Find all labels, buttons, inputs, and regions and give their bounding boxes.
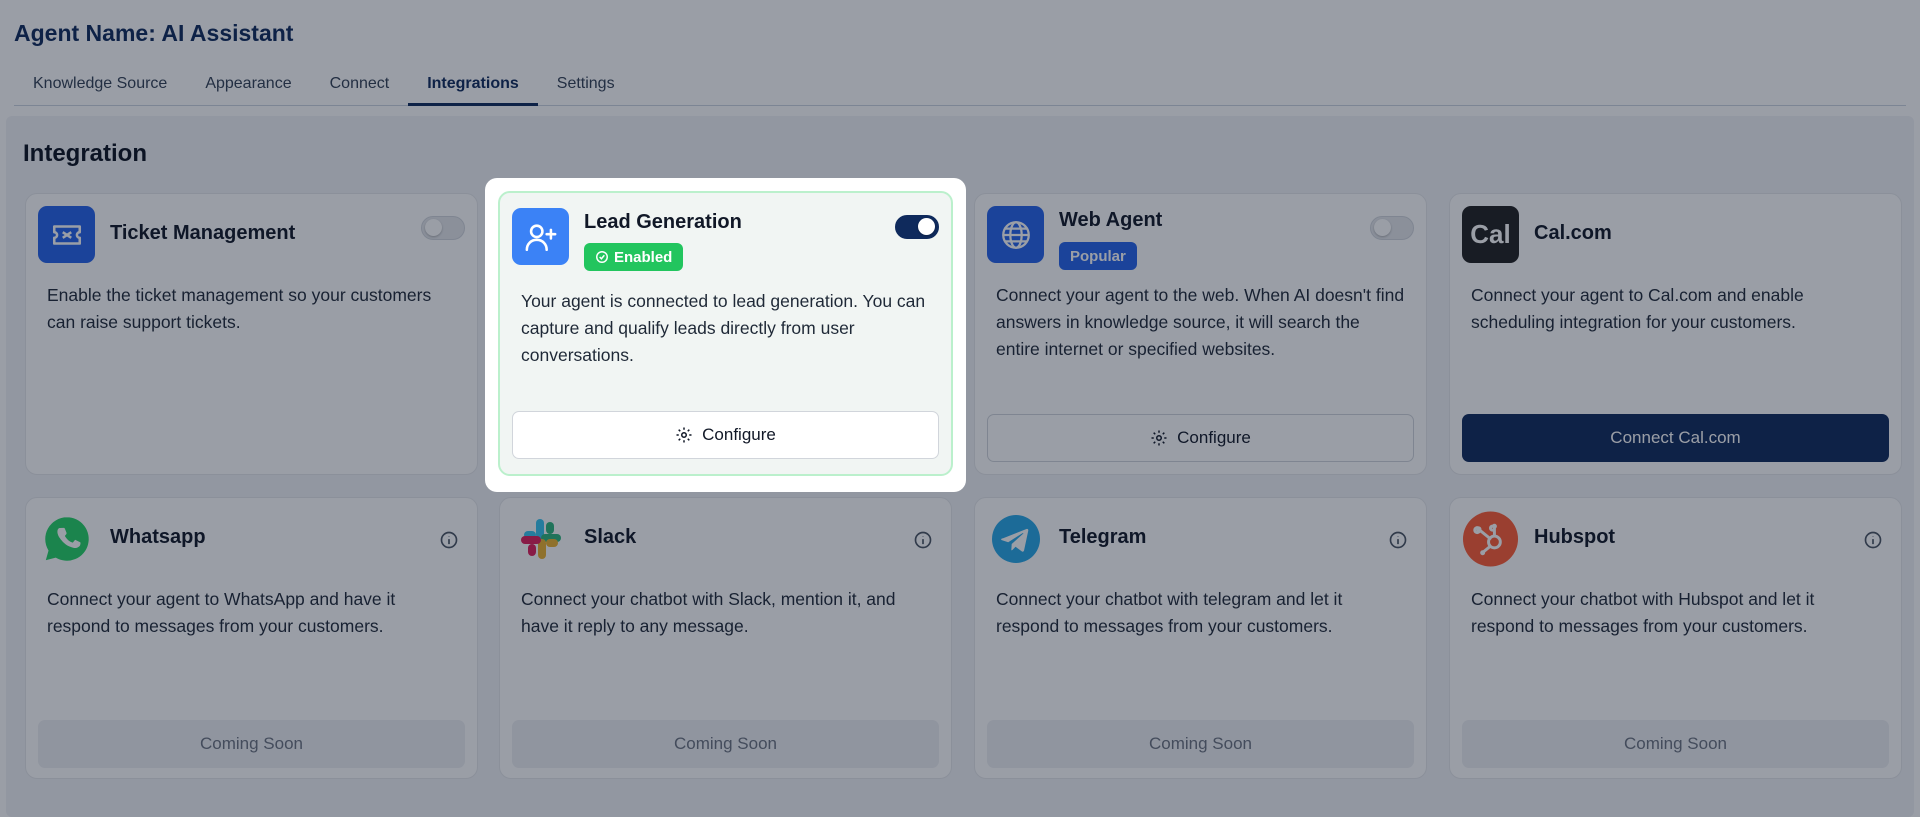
card-description: Your agent is connected to lead generati… — [521, 291, 926, 365]
gear-icon — [1151, 430, 1167, 446]
popular-badge: Popular — [1059, 242, 1137, 270]
info-icon[interactable] — [913, 530, 933, 550]
card-description: Connect your agent to Cal.com and enable… — [1471, 285, 1804, 332]
card-title: Cal.com — [1534, 222, 1612, 244]
info-icon[interactable] — [439, 530, 459, 550]
lead-generation-configure-button[interactable]: Configure — [512, 411, 939, 459]
info-icon[interactable] — [1388, 530, 1408, 550]
card-description: Enable the ticket management so your cus… — [47, 285, 432, 332]
tab-appearance[interactable]: Appearance — [186, 68, 310, 106]
card-title: Telegram — [1059, 526, 1147, 548]
whatsapp-coming-soon-button: Coming Soon — [38, 720, 465, 768]
web-agent-card: Web Agent Popular Connect your agent to … — [974, 193, 1427, 475]
telegram-card: Telegram Connect your chatbot with teleg… — [974, 497, 1427, 779]
enabled-badge: Enabled — [584, 243, 684, 271]
whatsapp-card: Whatsapp Connect your agent to WhatsApp … — [25, 497, 478, 779]
card-title: Slack — [584, 526, 637, 548]
tab-bar: Knowledge Source Appearance Connect Inte… — [14, 68, 1906, 106]
lead-generation-toggle[interactable] — [895, 215, 939, 239]
card-description: Connect your chatbot with telegram and l… — [996, 589, 1343, 636]
tab-knowledge-source[interactable]: Knowledge Source — [14, 68, 186, 106]
cal-com-logo: Cal — [1462, 206, 1519, 263]
card-description: Connect your chatbot with Hubspot and le… — [1471, 589, 1815, 636]
cal-com-card: Cal Cal.com Connect your agent to Cal.co… — [1449, 193, 1902, 475]
card-title: Lead Generation — [584, 211, 742, 233]
telegram-coming-soon-button: Coming Soon — [987, 720, 1414, 768]
whatsapp-icon — [38, 510, 95, 567]
user-plus-icon — [512, 208, 569, 265]
enabled-badge-label: Enabled — [614, 248, 673, 266]
globe-icon — [987, 206, 1044, 263]
slack-coming-soon-button: Coming Soon — [512, 720, 939, 768]
check-circle-icon — [596, 251, 608, 263]
card-description: Connect your chatbot with Slack, mention… — [521, 589, 896, 636]
info-icon[interactable] — [1863, 530, 1883, 550]
configure-label: Configure — [702, 425, 776, 444]
telegram-icon — [987, 510, 1044, 567]
hubspot-card: Hubspot Connect your chatbot with Hubspo… — [1449, 497, 1902, 779]
card-title: Web Agent — [1059, 209, 1163, 231]
web-agent-toggle[interactable] — [1370, 216, 1414, 240]
web-agent-configure-button[interactable]: Configure — [987, 414, 1414, 462]
ticket-management-card: Ticket Management Enable the ticket mana… — [25, 193, 478, 475]
card-description: Connect your agent to the web. When AI d… — [996, 285, 1405, 359]
tab-connect[interactable]: Connect — [311, 68, 409, 106]
card-title: Ticket Management — [110, 222, 296, 244]
card-title: Hubspot — [1534, 526, 1616, 548]
ticket-icon — [38, 206, 95, 263]
tab-integrations[interactable]: Integrations — [408, 68, 538, 106]
connect-cal-com-button[interactable]: Connect Cal.com — [1462, 414, 1889, 462]
section-title: Integration — [23, 140, 147, 167]
slack-icon — [512, 510, 569, 567]
configure-label: Configure — [1177, 428, 1251, 447]
slack-card: Slack Connect your chatbot with Slack, m… — [499, 497, 952, 779]
card-description: Connect your agent to WhatsApp and have … — [47, 589, 396, 636]
agent-title: Agent Name: AI Assistant — [14, 20, 294, 46]
cal-logo-text: Cal — [1470, 219, 1511, 249]
gear-icon — [676, 427, 692, 443]
lead-generation-card: Lead Generation Enabled Your agent is co… — [498, 191, 953, 476]
card-title: Whatsapp — [110, 526, 206, 548]
tab-settings[interactable]: Settings — [538, 68, 634, 106]
ticket-management-toggle[interactable] — [421, 216, 465, 240]
integrations-page: Agent Name: AI Assistant Knowledge Sourc… — [0, 0, 1920, 817]
hubspot-icon — [1462, 510, 1519, 567]
hubspot-coming-soon-button: Coming Soon — [1462, 720, 1889, 768]
